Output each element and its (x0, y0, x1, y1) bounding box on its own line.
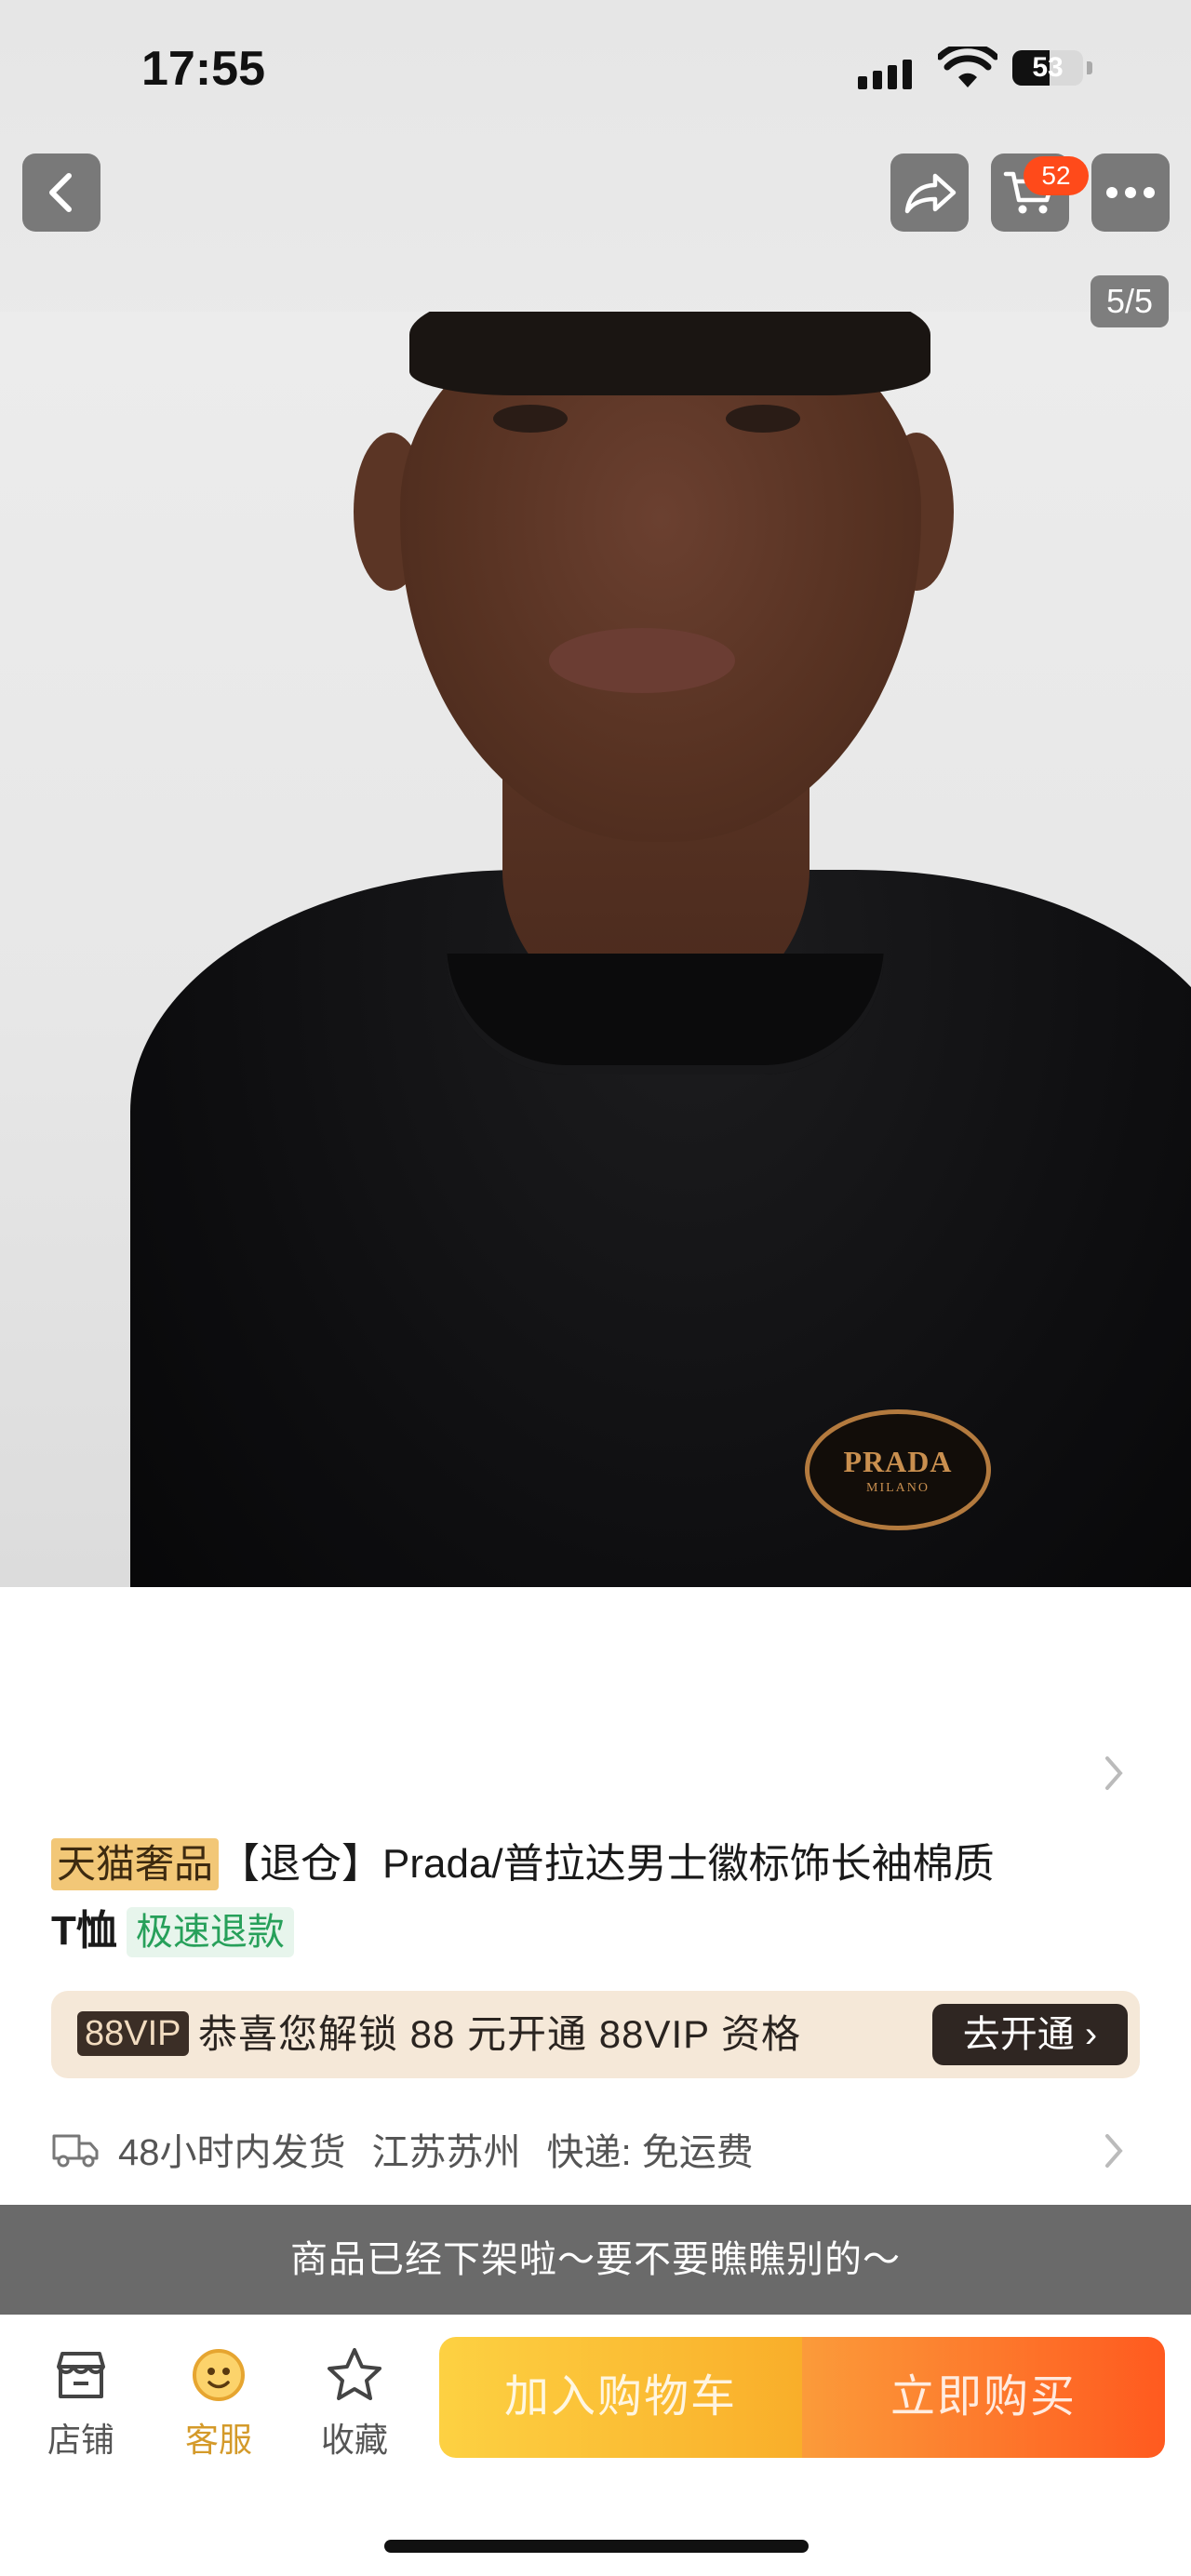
vip-activate-button[interactable]: 去开通 › (932, 2004, 1128, 2065)
back-button[interactable] (22, 153, 100, 232)
chevron-right-icon[interactable] (1103, 2132, 1125, 2169)
vip-promo-text: 恭喜您解锁 88 元开通 88VIP 资格 (198, 2012, 802, 2056)
truck-icon (52, 2134, 99, 2168)
share-button[interactable] (890, 153, 969, 232)
cart-count-badge: 52 (1024, 156, 1089, 195)
model-eye-right (726, 405, 800, 433)
status-bar: 17:55 53 (0, 0, 1191, 140)
customer-service-icon (193, 2349, 245, 2401)
tmall-luxury-tag: 天猫奢品 (51, 1838, 220, 1890)
shipping-origin: 江苏苏州 (371, 2132, 521, 2173)
customer-service-tab[interactable]: 客服 (167, 2342, 270, 2462)
model-lips (549, 628, 735, 693)
more-icon (1106, 187, 1155, 198)
store-tab[interactable]: 店铺 (30, 2342, 132, 2462)
favorite-label: 收藏 (320, 2421, 388, 2459)
battery-cap (1087, 61, 1092, 74)
chevron-right-icon[interactable] (1103, 1755, 1125, 1792)
status-time: 17:55 (141, 42, 265, 96)
model-hair (409, 312, 930, 395)
shipping-info-row[interactable]: 48小时内发货 江苏苏州 快递: 免运费 (51, 2121, 1149, 2177)
image-page-indicator: 5/5 (1091, 275, 1169, 327)
shipping-delivery: 快递: 免运费 (546, 2132, 754, 2173)
shipping-time: 48小时内发货 (118, 2132, 346, 2173)
product-title: 天猫奢品 【退仓】Prada/普拉达男士徽标饰长袖棉质 T恤 极速退款 (51, 1831, 1149, 1965)
signal-icon (858, 52, 912, 89)
star-icon (328, 2348, 381, 2400)
vip-tag: 88VIP (77, 2011, 189, 2056)
customer-service-label: 客服 (184, 2421, 252, 2459)
more-button[interactable] (1091, 153, 1170, 232)
chevron-left-icon (49, 173, 72, 212)
add-to-cart-button[interactable]: 加入购物车 (439, 2337, 802, 2458)
store-label: 店铺 (47, 2421, 114, 2459)
favorite-tab[interactable]: 收藏 (303, 2342, 406, 2462)
product-photo: PRADA MILANO (0, 312, 1191, 1587)
battery-percent: 53 (1032, 52, 1064, 83)
tshirt-collar (447, 954, 884, 1074)
share-icon (904, 173, 957, 214)
fast-refund-tag: 极速退款 (126, 1907, 294, 1957)
vip-promo-bar[interactable]: 88VIP 恭喜您解锁 88 元开通 88VIP 资格 去开通 › (51, 1991, 1140, 2078)
product-image-gallery[interactable]: PRADA MILANO (0, 0, 1191, 1587)
battery-icon: 53 (1012, 50, 1083, 86)
badge-brand: PRADA (843, 1444, 953, 1478)
prada-logo-badge: PRADA MILANO (805, 1409, 991, 1530)
badge-city: MILANO (866, 1480, 930, 1495)
product-title-text: 【退仓】Prada/普拉达男士徽标饰长袖棉质 (219, 1841, 995, 1887)
store-icon (57, 2352, 105, 2398)
home-indicator[interactable] (384, 2540, 809, 2553)
product-offline-banner: 商品已经下架啦～要不要瞧瞧别的～ (0, 2205, 1191, 2315)
model-eye-left (493, 405, 568, 433)
bottom-action-bar: 店铺 客服 收藏 加入购物车 立即购买 (0, 2315, 1191, 2576)
wifi-icon (938, 47, 997, 87)
product-title-line2: T恤 (51, 1908, 117, 1954)
buy-now-button[interactable]: 立即购买 (802, 2337, 1165, 2458)
